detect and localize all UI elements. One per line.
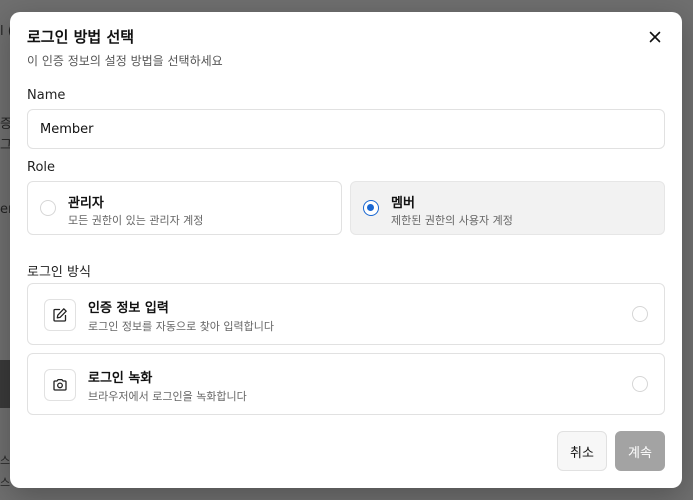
dialog-title: 로그인 방법 선택 bbox=[27, 28, 135, 46]
dialog-subtitle: 이 인증 정보의 설정 방법을 선택하세요 bbox=[27, 54, 223, 68]
method-credentials-radio[interactable] bbox=[632, 306, 648, 322]
close-icon bbox=[649, 31, 661, 43]
cancel-button[interactable]: 취소 bbox=[557, 431, 607, 471]
continue-button[interactable]: 계속 bbox=[615, 431, 665, 471]
role-member-radio[interactable] bbox=[363, 200, 379, 216]
role-option-admin[interactable]: 관리자 모든 권한이 있는 관리자 계정 bbox=[27, 181, 342, 235]
edit-icon-box bbox=[44, 299, 76, 331]
role-label: Role bbox=[27, 160, 56, 175]
role-admin-radio[interactable] bbox=[40, 200, 56, 216]
edit-icon bbox=[53, 308, 67, 322]
name-input[interactable] bbox=[27, 109, 665, 149]
role-option-description: 제한된 권한의 사용자 계정 bbox=[391, 214, 513, 227]
method-recording-radio[interactable] bbox=[632, 376, 648, 392]
method-option-title: 인증 정보 입력 bbox=[88, 301, 169, 316]
background-text: 스 bbox=[0, 476, 11, 489]
name-label: Name bbox=[27, 88, 66, 103]
camera-icon-box bbox=[44, 369, 76, 401]
role-option-member[interactable]: 멤버 제한된 권한의 사용자 계정 bbox=[350, 181, 665, 235]
background-text: 스 bbox=[0, 454, 11, 467]
role-option-title: 관리자 bbox=[68, 196, 104, 211]
method-option-description: 브라우저에서 로그인을 녹화합니다 bbox=[88, 390, 247, 403]
login-method-dialog: 로그인 방법 선택 이 인증 정보의 설정 방법을 선택하세요 Name Rol… bbox=[10, 12, 682, 488]
role-option-title: 멤버 bbox=[391, 196, 415, 211]
method-option-credentials[interactable]: 인증 정보 입력 로그인 정보를 자동으로 찾아 입력합니다 bbox=[27, 283, 665, 345]
method-option-recording[interactable]: 로그인 녹화 브라우저에서 로그인을 녹화합니다 bbox=[27, 353, 665, 415]
login-method-label: 로그인 방식 bbox=[27, 265, 91, 280]
method-option-title: 로그인 녹화 bbox=[88, 371, 153, 386]
method-option-description: 로그인 정보를 자동으로 찾아 입력합니다 bbox=[88, 320, 275, 333]
close-button[interactable] bbox=[646, 28, 664, 46]
role-option-description: 모든 권한이 있는 관리자 계정 bbox=[68, 214, 204, 227]
camera-icon bbox=[53, 378, 67, 391]
